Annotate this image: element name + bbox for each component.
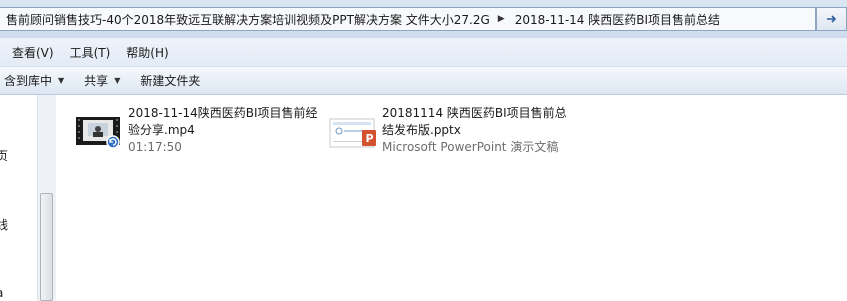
- breadcrumb-parent[interactable]: 售前顾问销售技巧-40个2018年致远互联解决方案培训视频及PPT解决方案 文件…: [0, 11, 494, 28]
- file-item-pptx[interactable]: P 20181114 陕西医药BI项目售前总 结发布版.pptx Microso…: [328, 105, 567, 156]
- chevron-down-icon: ▼: [58, 76, 65, 85]
- refresh-arrow-icon: [826, 15, 836, 23]
- menu-bar: 查看(V) 工具(T) 帮助(H): [0, 38, 847, 67]
- powerpoint-file-icon: P: [328, 111, 378, 151]
- new-folder-label: 新建文件夹: [140, 74, 201, 88]
- menu-tools[interactable]: 工具(T): [62, 44, 119, 61]
- address-bar[interactable]: 售前顾问销售技巧-40个2018年致远互联解决方案培训视频及PPT解决方案 文件…: [0, 7, 816, 31]
- address-go-button[interactable]: [816, 7, 847, 31]
- breadcrumb-separator-icon[interactable]: ▶: [494, 14, 509, 24]
- share-button[interactable]: 共享 ▼: [74, 72, 130, 89]
- command-bar: 含到库中 ▼ 共享 ▼ 新建文件夹: [0, 67, 847, 95]
- video-file-icon: [74, 111, 124, 151]
- file-name: 20181114 陕西医药BI项目售前总: [382, 106, 567, 120]
- new-folder-button[interactable]: 新建文件夹: [130, 72, 210, 89]
- include-in-library-button[interactable]: 含到库中 ▼: [0, 72, 74, 89]
- file-duration: 01:17:50: [128, 140, 182, 154]
- file-type: Microsoft PowerPoint 演示文稿: [382, 140, 559, 154]
- file-name: 验分享.mp4: [128, 123, 195, 137]
- file-list: 2018-11-14陕西医药BI项目售前经 验分享.mp4 01:17:50 P…: [56, 95, 847, 301]
- menu-view[interactable]: 查看(V): [0, 44, 62, 61]
- file-name: 结发布版.pptx: [382, 123, 461, 137]
- address-bar-row: 售前顾问销售技巧-40个2018年致远互联解决方案培训视频及PPT解决方案 文件…: [0, 0, 847, 38]
- nav-item-fragment[interactable]: 线: [0, 216, 8, 233]
- breadcrumb-current[interactable]: 2018-11-14 陕西医药BI项目售前总结: [509, 11, 724, 28]
- nav-item-fragment[interactable]: a: [0, 286, 3, 300]
- nav-scrollbar-thumb[interactable]: [40, 193, 53, 301]
- include-in-library-label: 含到库中: [4, 74, 53, 88]
- menu-help[interactable]: 帮助(H): [118, 44, 176, 61]
- nav-item-fragment[interactable]: 页: [0, 147, 8, 164]
- nav-scrollbar[interactable]: [37, 95, 56, 301]
- share-label: 共享: [84, 74, 109, 88]
- file-item-video[interactable]: 2018-11-14陕西医药BI项目售前经 验分享.mp4 01:17:50: [74, 105, 318, 156]
- file-name: 2018-11-14陕西医药BI项目售前经: [128, 106, 318, 120]
- chevron-down-icon: ▼: [114, 76, 121, 85]
- svg-text:P: P: [366, 132, 374, 145]
